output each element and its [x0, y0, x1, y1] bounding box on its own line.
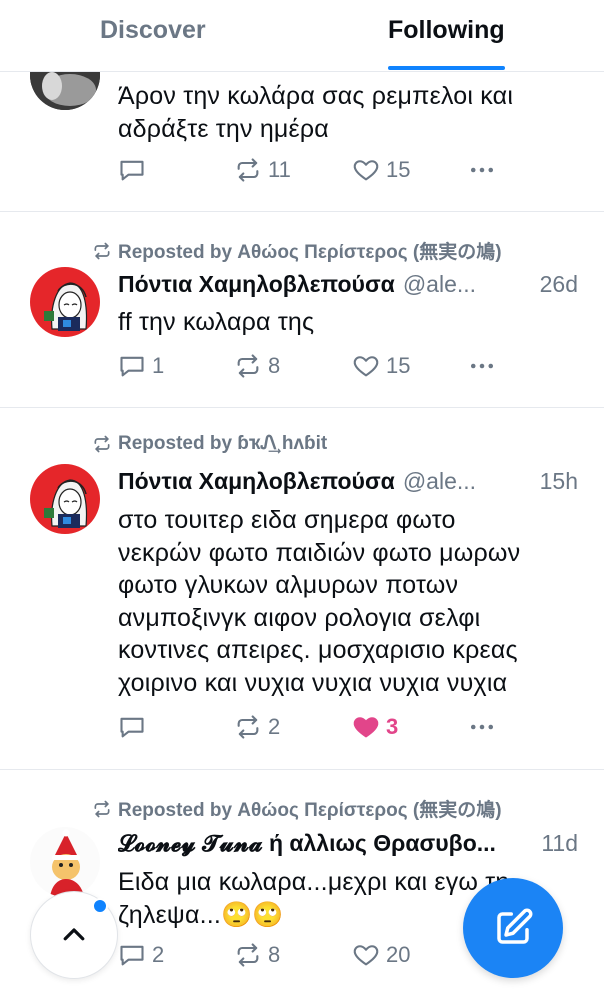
avatar-cartoon-icon — [30, 267, 100, 337]
post-header: Πόντια Χαμηλοβλεπούσα @ale... 26d — [118, 271, 578, 298]
active-tab-indicator — [388, 66, 505, 70]
post-actions: 11 15 — [118, 156, 578, 190]
reply-icon — [120, 160, 144, 181]
repost-icon — [94, 435, 110, 453]
author-name[interactable]: 𝓛𝓸𝓸𝓷𝓮𝔂 𝓣𝓾𝓷𝓪 ή αλλιως Θρασυβο... — [118, 830, 531, 857]
like-count: 15 — [386, 353, 411, 378]
repost-icon — [237, 943, 259, 967]
avatar[interactable] — [30, 827, 100, 897]
avatar-cartoon-icon — [30, 827, 100, 897]
heart-filled-icon — [353, 717, 379, 738]
like-count: 15 — [386, 157, 411, 182]
more-icon — [470, 167, 494, 173]
avatar[interactable] — [30, 464, 100, 534]
avatar-cartoon-icon — [30, 464, 100, 534]
new-posts-dot — [92, 898, 108, 914]
repost-by-text: Reposted by Αθώος Περίστερος (無実の鳩) — [118, 800, 502, 821]
reply-button[interactable] — [118, 713, 152, 741]
reply-count: 2 — [152, 942, 165, 967]
repost-button[interactable]: 8 — [234, 352, 280, 380]
repost-by-text: Reposted by Αθώος Περίστερος (無実の鳩) — [118, 242, 502, 263]
post-text: στο τουιτερ ειδα σημερα φωτο νεκρών φωτο… — [118, 506, 521, 697]
heart-icon — [353, 945, 379, 966]
repost-icon — [94, 800, 110, 817]
reply-icon — [120, 356, 144, 377]
like-count: 20 — [386, 942, 411, 967]
post-time[interactable]: 15h — [540, 468, 578, 495]
reply-button[interactable]: 1 — [118, 352, 164, 380]
more-icon — [470, 724, 494, 730]
post-header: 𝓛𝓸𝓸𝓷𝓮𝔂 𝓣𝓾𝓷𝓪 ή αλλιως Θρασυβο... 11d — [118, 830, 578, 857]
repost-button[interactable]: 11 — [234, 156, 291, 184]
repost-indicator[interactable]: Reposted by Αθώος Περίστερος (無実の鳩) — [92, 237, 502, 264]
repost-button[interactable]: 8 — [234, 941, 280, 969]
repost-icon — [94, 242, 110, 259]
avatar[interactable] — [30, 267, 100, 337]
repost-indicator[interactable]: Reposted by Αθώος Περίστερος (無実の鳩) — [92, 795, 502, 822]
chevron-up-icon — [63, 928, 85, 941]
reply-count: 1 — [152, 353, 165, 378]
tab-discover[interactable]: Discover — [100, 16, 206, 45]
reply-icon — [120, 717, 144, 738]
more-options-button[interactable] — [468, 156, 496, 184]
author-handle[interactable]: @ale... — [403, 468, 530, 495]
repost-icon — [237, 715, 259, 739]
heart-icon — [353, 356, 379, 377]
repost-count: 8 — [268, 942, 281, 967]
reply-button[interactable] — [118, 156, 152, 184]
post-text: Άρον την κωλάρα σας ρεμπελοι και αδράξτε… — [118, 82, 514, 143]
repost-count: 8 — [268, 353, 281, 378]
repost-count: 11 — [268, 157, 291, 182]
like-button[interactable]: 3 — [352, 713, 398, 741]
post-actions: 2 3 — [118, 713, 578, 747]
compose-post-button[interactable] — [463, 878, 563, 978]
like-button[interactable]: 15 — [352, 156, 410, 184]
post[interactable]: Reposted by Αθώος Περίστερος (無実の鳩) Πόντ… — [0, 212, 604, 408]
tab-following[interactable]: Following — [388, 16, 505, 45]
repost-icon — [237, 354, 259, 378]
like-button[interactable]: 15 — [352, 352, 410, 380]
compose-icon — [497, 908, 533, 944]
repost-button[interactable]: 2 — [234, 713, 280, 741]
post[interactable]: Reposted by ɓҡᏁ͢ hʌɓit Πόντια Χαμηλοβλεπ… — [0, 408, 604, 770]
post[interactable]: Άρον την κωλάρα σας ρεμπελοι και αδράξτε… — [0, 40, 604, 212]
post-header: Πόντια Χαμηλοβλεπούσα @ale... 15h — [118, 468, 578, 495]
post-time[interactable]: 26d — [540, 271, 578, 298]
repost-indicator[interactable]: Reposted by ɓҡᏁ͢ hʌɓit — [92, 433, 327, 455]
author-handle[interactable]: @ale... — [403, 271, 530, 298]
repost-icon — [237, 158, 259, 182]
repost-by-text: Reposted by ɓҡᏁ͢ hʌɓit — [118, 433, 328, 454]
more-options-button[interactable] — [468, 352, 496, 380]
more-options-button[interactable] — [468, 713, 496, 741]
reply-icon — [120, 945, 144, 966]
author-name[interactable]: Πόντια Χαμηλοβλεπούσα — [118, 468, 395, 495]
post-actions: 1 8 15 — [118, 352, 578, 386]
repost-count: 2 — [268, 714, 281, 739]
author-name[interactable]: Πόντια Χαμηλοβλεπούσα — [118, 271, 395, 298]
like-count: 3 — [386, 714, 399, 739]
more-icon — [470, 363, 494, 369]
reply-button[interactable]: 2 — [118, 941, 164, 969]
feed-tabs: Discover Following — [0, 0, 604, 72]
heart-icon — [353, 160, 379, 181]
post-text: ff την κωλαρα της — [118, 308, 315, 336]
like-button[interactable]: 20 — [352, 941, 410, 969]
post-time[interactable]: 11d — [541, 830, 578, 857]
